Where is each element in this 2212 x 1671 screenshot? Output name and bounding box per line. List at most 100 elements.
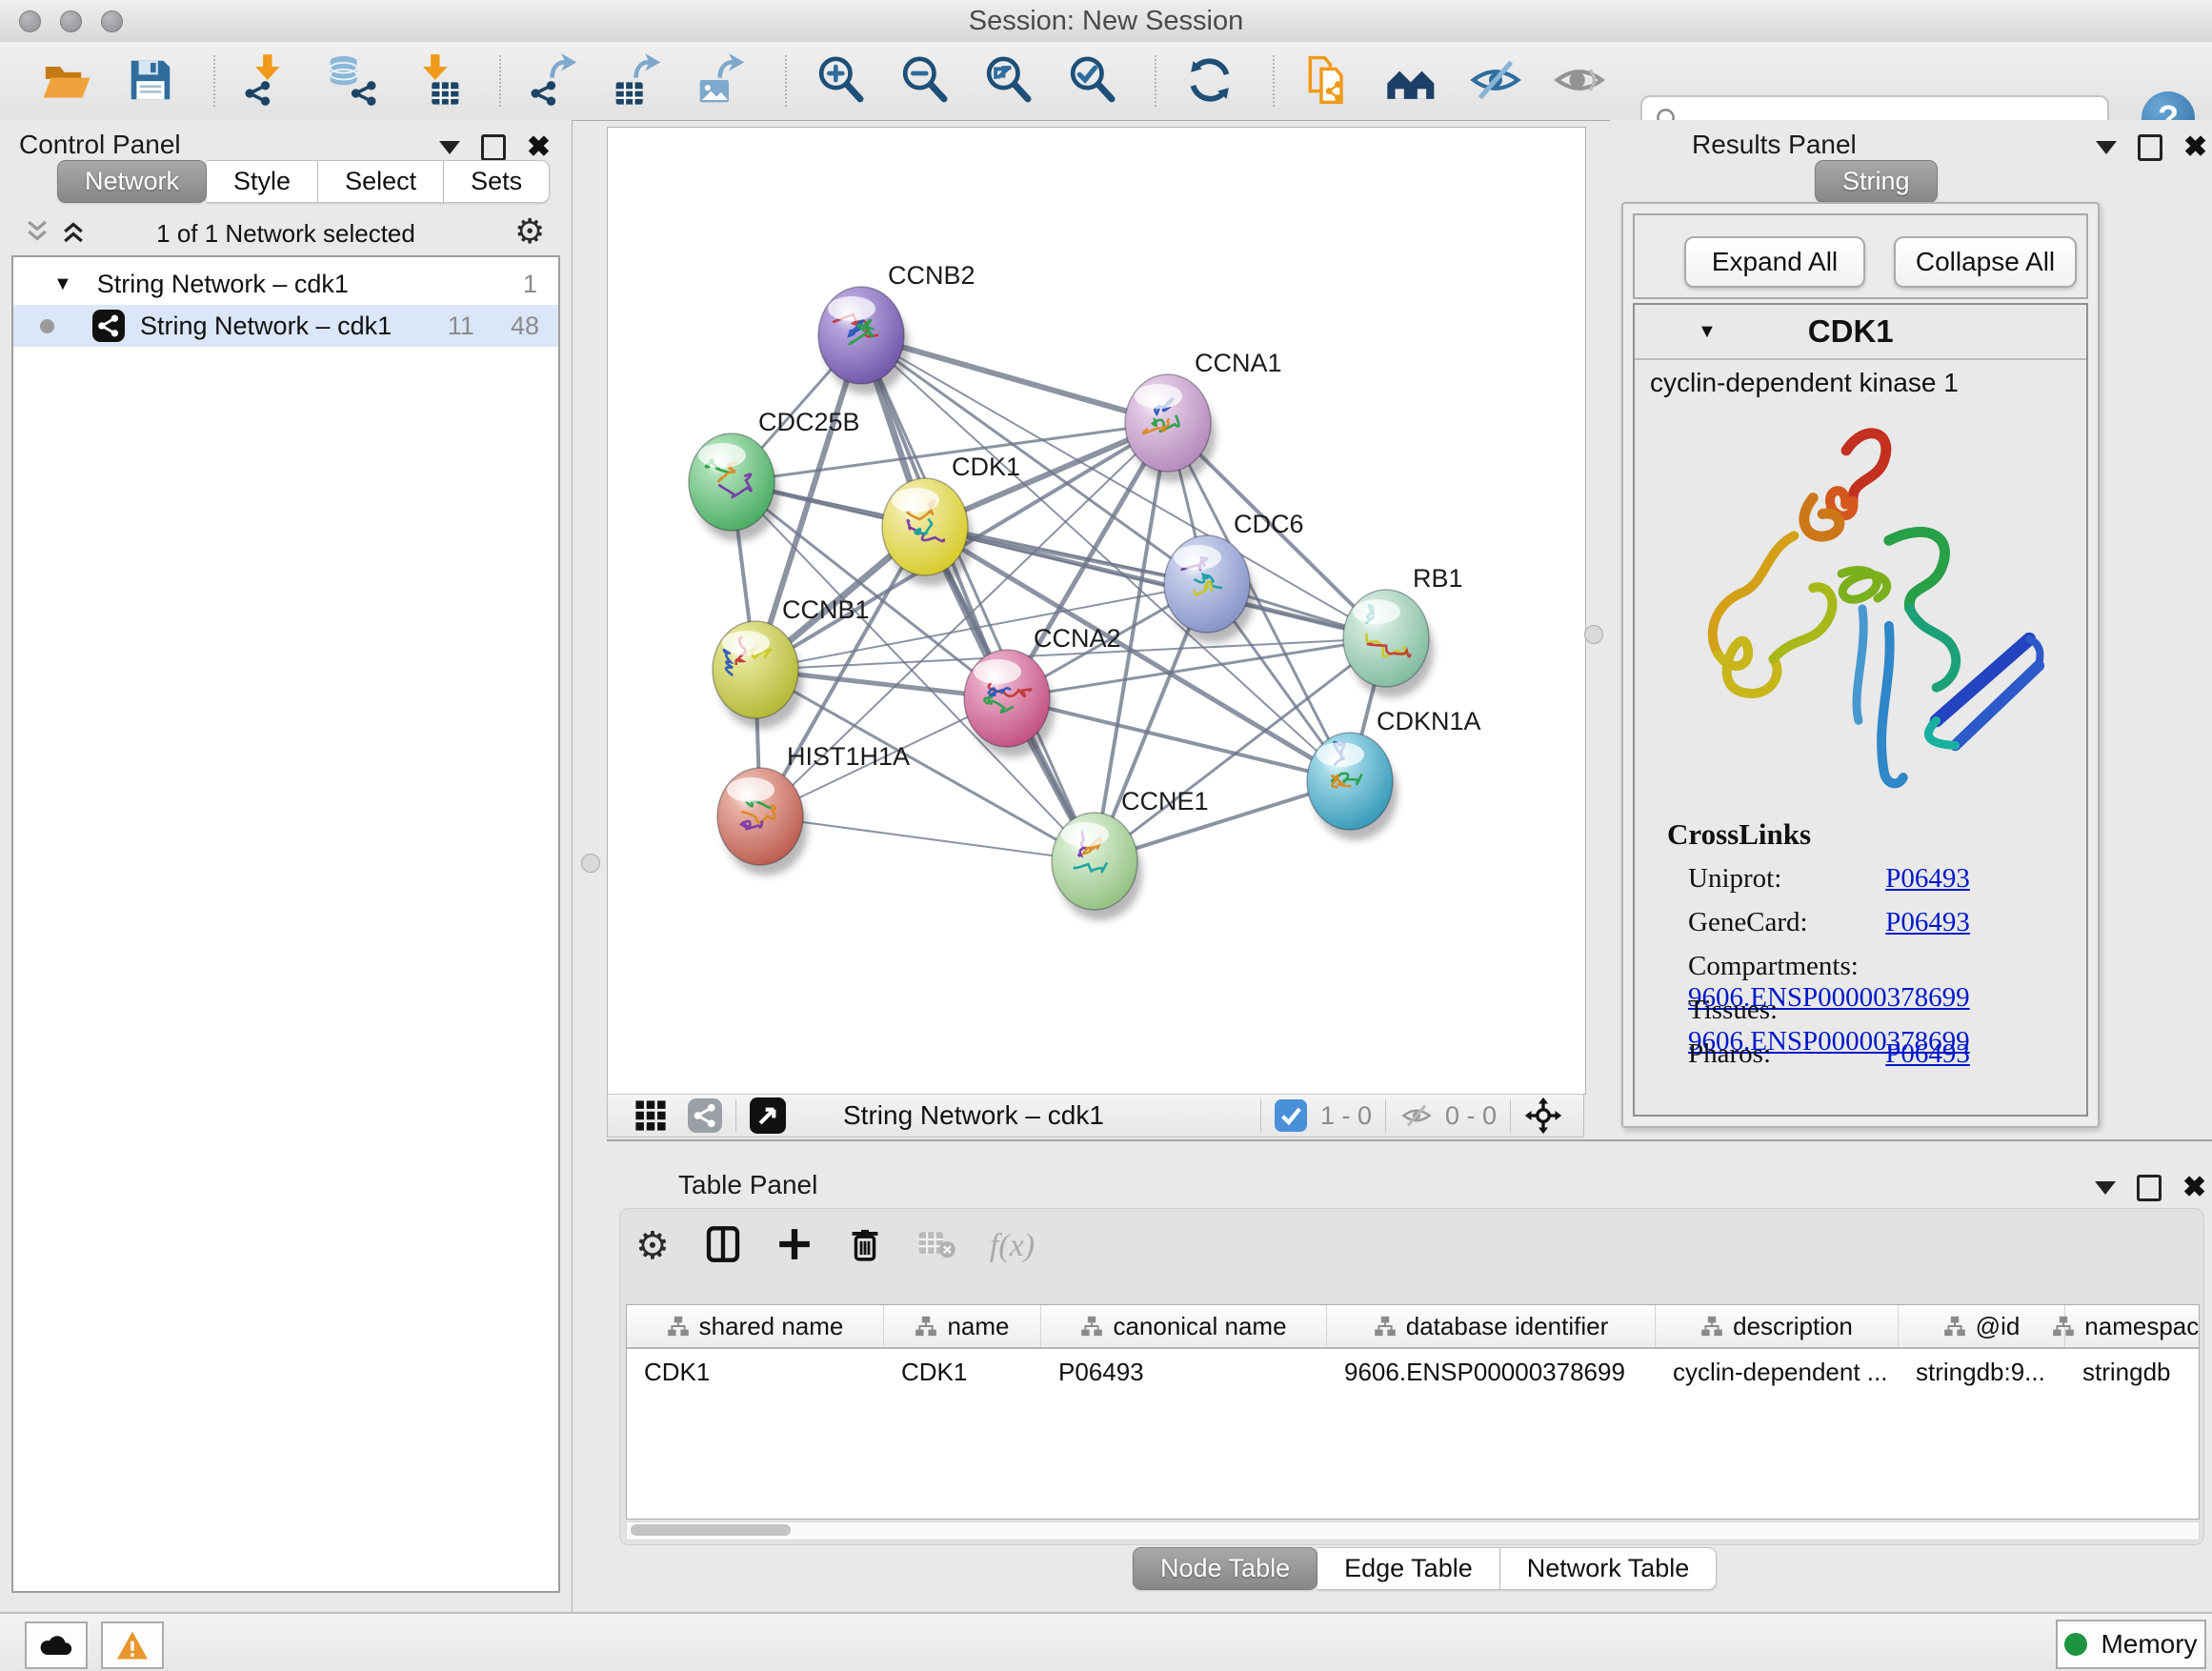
network-row[interactable]: String Network – cdk1 11 48: [13, 305, 558, 347]
import-network-from-database-button[interactable]: [324, 53, 381, 111]
table-panel-menu-button[interactable]: [2095, 1181, 2116, 1195]
network-view[interactable]: CCNB2 CCNA1 CDC25BCDK1 CDC6 RB1 CCNB1 CCNA2 CDK…: [607, 127, 1586, 1095]
crosslink-link[interactable]: P06493: [1885, 1038, 1970, 1069]
table-cell[interactable]: stringdb: [2065, 1353, 2200, 1391]
warnings-button[interactable]: [101, 1621, 164, 1669]
show-columns-button[interactable]: [704, 1225, 742, 1268]
table-cell[interactable]: 9606.ENSP00000378699: [1327, 1353, 1656, 1391]
apply-preferred-layout-icon: [1183, 53, 1237, 111]
cloud-status-button[interactable]: [25, 1621, 88, 1669]
delete-column-button[interactable]: [847, 1226, 883, 1267]
control-panel-close-button[interactable]: ✖: [527, 133, 551, 162]
crosslink-link[interactable]: P06493: [1885, 907, 1970, 937]
grid-view-button[interactable]: [634, 1099, 667, 1132]
tab-node-table[interactable]: Node Table: [1133, 1547, 1317, 1590]
column-header-database-identifier[interactable]: database identifier: [1327, 1305, 1656, 1347]
expand-all-networks-button[interactable]: [59, 217, 88, 251]
zoom-out-button[interactable]: [895, 53, 953, 111]
node-CDKN1A[interactable]: CDKN1A: [1307, 707, 1481, 840]
apply-preferred-layout-button[interactable]: [1181, 53, 1238, 111]
node-CCNA1[interactable]: CCNA1: [1125, 349, 1282, 482]
table-cell[interactable]: CDK1: [627, 1353, 884, 1391]
network-collection-row[interactable]: ▼ String Network – cdk1 1: [13, 263, 558, 305]
column-header--id[interactable]: @id: [1899, 1305, 2065, 1347]
results-panel-float-button[interactable]: [2138, 134, 2162, 161]
delete-table-button[interactable]: [917, 1228, 955, 1265]
home-button[interactable]: [1383, 53, 1440, 111]
node-CDC25B[interactable]: CDC25B: [689, 408, 860, 541]
hide-selected-button[interactable]: [1467, 53, 1524, 111]
node-CCNE1[interactable]: CCNE1: [1052, 787, 1209, 920]
hidden-elements-button[interactable]: [1399, 1098, 1434, 1133]
right-splitter-handle[interactable]: [1584, 625, 1603, 644]
node-CCNA2[interactable]: CCNA2: [964, 624, 1121, 757]
table-panel-float-button[interactable]: [2137, 1175, 2162, 1201]
detach-view-button[interactable]: [750, 1097, 786, 1134]
control-panel-menu-button[interactable]: [439, 141, 460, 154]
shared-column-icon: [1080, 1315, 1103, 1338]
edge-HIST1H1A-CCNE1[interactable]: [760, 816, 1095, 861]
collapse-all-button[interactable]: Collapse All: [1894, 236, 2077, 288]
selected-nodes-checkbox[interactable]: [1275, 1099, 1307, 1132]
tab-select[interactable]: Select: [318, 160, 444, 203]
tab-style[interactable]: Style: [207, 160, 318, 203]
export-table-button[interactable]: [610, 53, 667, 111]
network-options-gear-button[interactable]: ⚙: [514, 211, 545, 252]
expand-all-button[interactable]: Expand All: [1684, 236, 1865, 288]
node-CDC6[interactable]: CDC6: [1164, 510, 1304, 643]
memory-button[interactable]: Memory: [2056, 1620, 2206, 1669]
results-panel-close-button[interactable]: ✖: [2183, 133, 2207, 162]
string-network-from-selection-button[interactable]: [1299, 53, 1357, 111]
table-cell[interactable]: stringdb:9...: [1899, 1353, 2065, 1391]
table-options-gear-button[interactable]: ⚙: [635, 1224, 670, 1268]
column-header-description[interactable]: description: [1656, 1305, 1899, 1347]
collapse-all-networks-button[interactable]: [23, 217, 51, 251]
node-CCNB1[interactable]: CCNB1: [713, 595, 870, 729]
table-cell[interactable]: cyclin-dependent ...: [1656, 1353, 1899, 1391]
table-horizontal-scrollbar[interactable]: [626, 1521, 2200, 1540]
zoom-fit-content-button[interactable]: [979, 53, 1036, 111]
edge-CCNB2-CCNE1[interactable]: [861, 335, 1095, 861]
export-image-button[interactable]: [694, 53, 751, 111]
birds-eye-view-button[interactable]: [1524, 1097, 1562, 1135]
gene-collapse-arrow-icon[interactable]: ▼: [1698, 321, 1717, 343]
main-toolbar: ?: [0, 42, 2212, 121]
node-label-HIST1H1A: HIST1H1A: [787, 742, 910, 771]
node-HIST1H1A[interactable]: HIST1H1A: [717, 742, 910, 876]
node-RB1[interactable]: RB1: [1343, 564, 1463, 697]
import-table-button[interactable]: [408, 53, 465, 111]
gene-header[interactable]: ▼ CDK1: [1635, 305, 2086, 360]
import-network-button[interactable]: [240, 53, 297, 111]
column-header-canonical-name[interactable]: canonical name: [1041, 1305, 1327, 1347]
control-panel-float-button[interactable]: [481, 134, 506, 161]
network-view-mode-button[interactable]: [688, 1098, 722, 1133]
left-splitter-handle[interactable]: [581, 854, 600, 873]
collection-expand-arrow-icon[interactable]: ▼: [53, 273, 72, 295]
column-header-namespace[interactable]: namespace: [2065, 1305, 2200, 1347]
column-header-name[interactable]: name: [884, 1305, 1041, 1347]
table-cell[interactable]: P06493: [1041, 1353, 1327, 1391]
tab-string[interactable]: String: [1815, 160, 1938, 203]
edge-CDK1-RB1[interactable]: [925, 527, 1386, 638]
tab-edge-table[interactable]: Edge Table: [1317, 1547, 1500, 1590]
zoom-selected-button[interactable]: [1063, 53, 1120, 111]
scrollbar-thumb[interactable]: [631, 1524, 791, 1536]
tab-network[interactable]: Network: [57, 160, 207, 203]
export-network-button[interactable]: [526, 53, 583, 111]
node-CDK1[interactable]: CDK1: [882, 453, 1020, 586]
tab-network-table[interactable]: Network Table: [1500, 1547, 1718, 1590]
crosslink-link[interactable]: P06493: [1885, 863, 1970, 894]
table-cell[interactable]: CDK1: [884, 1353, 1041, 1391]
table-panel-close-button[interactable]: ✖: [2182, 1174, 2206, 1202]
save-session-button[interactable]: [122, 53, 179, 111]
column-header-shared-name[interactable]: shared name: [627, 1305, 884, 1347]
show-all-button[interactable]: [1551, 53, 1608, 111]
zoom-in-button[interactable]: [812, 53, 869, 111]
crosslink-label: Tissues:: [1688, 995, 1879, 1026]
tab-sets[interactable]: Sets: [444, 160, 550, 203]
node-CCNB2[interactable]: CCNB2: [818, 261, 975, 394]
create-column-button[interactable]: [776, 1226, 813, 1267]
function-builder-button[interactable]: f(x): [990, 1228, 1035, 1264]
open-session-button[interactable]: [38, 53, 95, 111]
results-panel-menu-button[interactable]: [2096, 141, 2117, 154]
